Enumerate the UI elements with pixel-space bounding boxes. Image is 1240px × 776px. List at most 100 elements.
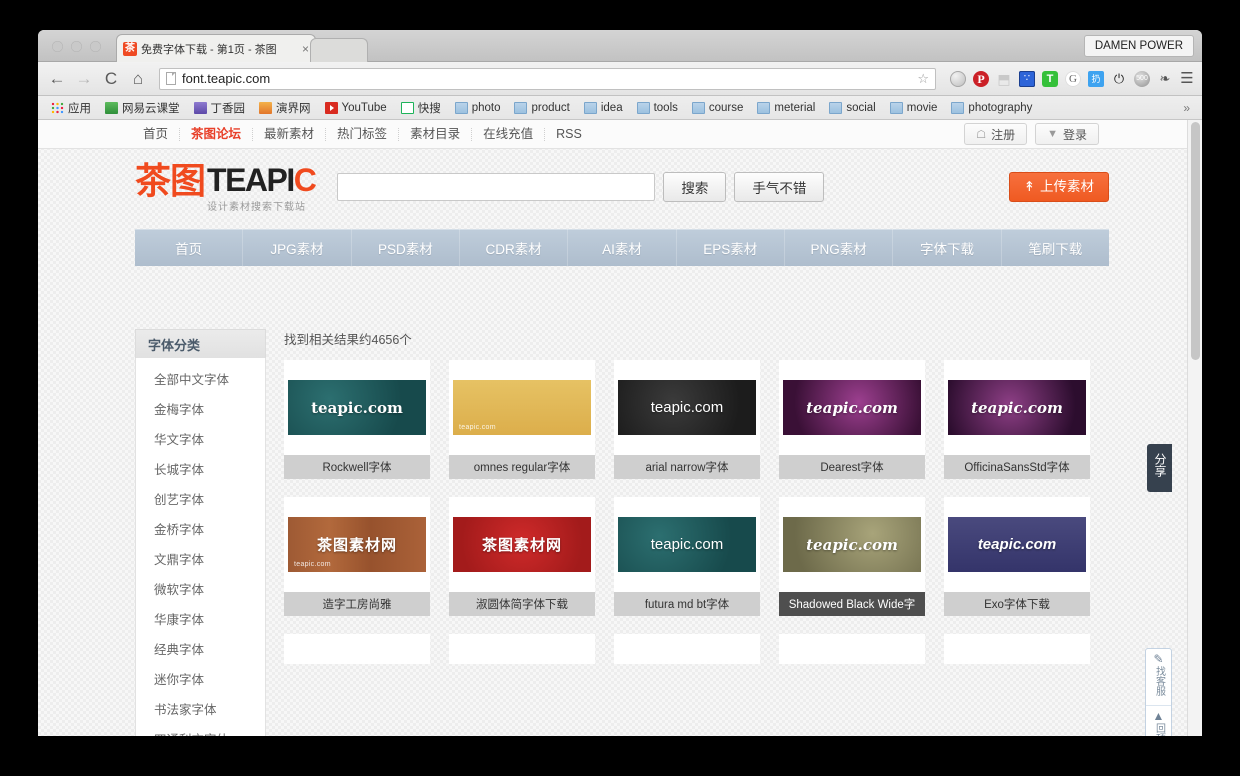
sidebar-item-huawen[interactable]: 华文字体 — [136, 423, 265, 453]
bookmark-yanjiewang[interactable]: 演界网 — [252, 100, 318, 116]
grammarly-extension-icon[interactable]: G — [1065, 70, 1081, 87]
bookmark-folder-product[interactable]: product — [507, 101, 576, 114]
font-card-caption[interactable]: omnes regular字体 — [449, 455, 595, 479]
topnav-item-home[interactable]: 首页 — [132, 127, 181, 141]
font-card-caption[interactable]: arial narrow字体 — [614, 455, 760, 479]
font-card[interactable] — [779, 634, 925, 664]
address-bar[interactable]: font.teapic.com ☆ — [159, 67, 936, 90]
topnav-item-newest[interactable]: 最新素材 — [253, 127, 327, 141]
font-card-caption[interactable]: Rockwell字体 — [284, 455, 430, 479]
font-card-caption[interactable]: Dearest字体 — [779, 455, 925, 479]
bookmark-folder-idea[interactable]: idea — [577, 101, 630, 114]
bookmark-folder-social[interactable]: social — [822, 101, 882, 114]
font-card[interactable]: teapic.com arial narrow字体 — [614, 360, 760, 479]
sidebar-item-mini[interactable]: 迷你字体 — [136, 663, 265, 693]
topnav-item-hottags[interactable]: 热门标签 — [326, 127, 400, 141]
bookmarks-overflow-icon[interactable]: » — [1183, 101, 1196, 115]
home-button[interactable]: ⌂ — [127, 69, 149, 89]
catnav-item-ai[interactable]: AI素材 — [568, 229, 677, 266]
pocket-extension-icon[interactable]: ⬒ — [996, 71, 1012, 87]
sidebar-item-all-chinese[interactable]: 全部中文字体 — [136, 363, 265, 393]
bookmark-apps[interactable]: 应用 — [44, 100, 98, 116]
sidebar-item-chuangyi[interactable]: 创艺字体 — [136, 483, 265, 513]
font-card-caption[interactable]: Shadowed Black Wide字 — [779, 592, 925, 616]
sidebar-item-weiruan[interactable]: 微软字体 — [136, 573, 265, 603]
font-card[interactable]: teapic.com Shadowed Black Wide字 — [779, 497, 925, 616]
catnav-item-png[interactable]: PNG素材 — [785, 229, 894, 266]
bookmark-wangyi[interactable]: 网易云课堂 — [98, 100, 187, 116]
bookmark-folder-photography[interactable]: photography — [944, 101, 1039, 114]
sidebar-item-shufajia[interactable]: 书法家字体 — [136, 693, 265, 723]
font-card-caption[interactable]: 造字工房尚雅 — [284, 592, 430, 616]
contact-support-button[interactable]: ✎ 找客服 — [1146, 649, 1171, 705]
sidebar-item-huakang[interactable]: 华康字体 — [136, 603, 265, 633]
fivehundredpx-extension-icon[interactable]: 500 — [1134, 70, 1150, 87]
font-card[interactable] — [449, 634, 595, 664]
lucky-button[interactable]: 手气不错 — [734, 172, 825, 202]
font-card[interactable]: teapic.com Dearest字体 — [779, 360, 925, 479]
page-scrollbar-thumb[interactable] — [1191, 122, 1200, 360]
topnav-item-catalog[interactable]: 素材目录 — [399, 127, 473, 141]
bookmark-youtube[interactable]: YouTube — [318, 101, 394, 114]
share-tab-button[interactable]: 分享 — [1147, 444, 1172, 492]
sidebar-item-wending[interactable]: 文鼎字体 — [136, 543, 265, 573]
font-card[interactable]: 茶图素材网 淑圆体简字体下载 — [449, 497, 595, 616]
bookmark-folder-movie[interactable]: movie — [883, 101, 945, 114]
bookmark-kuaisou[interactable]: 快搜 — [394, 100, 448, 116]
bookmark-star-icon[interactable]: ☆ — [917, 71, 929, 87]
back-button[interactable]: ← — [46, 69, 68, 89]
font-card[interactable] — [944, 634, 1090, 664]
power-extension-icon[interactable]: ⏻ — [1111, 71, 1127, 87]
window-minimize-button[interactable] — [71, 41, 82, 52]
catnav-item-eps[interactable]: EPS素材 — [677, 229, 785, 266]
font-card[interactable]: teapic.com futura md bt字体 — [614, 497, 760, 616]
font-card-caption[interactable]: futura md bt字体 — [614, 592, 760, 616]
window-traffic-lights[interactable] — [52, 41, 101, 52]
font-card[interactable]: teapic.com OfficinaSansStd字体 — [944, 360, 1090, 479]
profile-button[interactable]: DAMEN POWER — [1083, 35, 1194, 57]
reload-button[interactable]: C — [100, 69, 122, 89]
search-input[interactable] — [337, 173, 656, 201]
sidebar-item-jinmei[interactable]: 金梅字体 — [136, 393, 265, 423]
font-card[interactable]: 茶图素材网 teapic.com 造字工房尚雅 — [284, 497, 430, 616]
catnav-item-cdr[interactable]: CDR素材 — [460, 229, 569, 266]
green-shield-extension-icon[interactable]: T — [1042, 70, 1058, 87]
upload-material-button[interactable]: ↟ 上传素材 — [1008, 172, 1109, 202]
catnav-item-font[interactable]: 字体下载 — [893, 229, 1002, 266]
sidebar-item-sitongl[interactable]: 四通利方字体 — [136, 723, 265, 737]
bookmark-folder-course[interactable]: course — [685, 101, 751, 114]
topnav-item-rss[interactable]: RSS — [545, 127, 593, 141]
window-close-button[interactable] — [52, 41, 63, 52]
topnav-item-forum[interactable]: 茶图论坛 — [180, 127, 254, 141]
tab-close-icon[interactable]: × — [298, 42, 309, 56]
forward-button[interactable]: → — [73, 69, 95, 89]
login-button[interactable]: ▼ 登录 — [1035, 123, 1099, 145]
pinterest-extension-icon[interactable]: P — [973, 70, 989, 87]
catnav-item-jpg[interactable]: JPG素材 — [243, 229, 352, 266]
bookmark-dingxiangyuan[interactable]: 丁香园 — [187, 100, 253, 116]
back-to-top-button[interactable]: ▲ 回顶部 — [1146, 705, 1171, 736]
window-maximize-button[interactable] — [90, 41, 101, 52]
catnav-item-psd[interactable]: PSD素材 — [352, 229, 460, 266]
font-card-caption[interactable]: OfficinaSansStd字体 — [944, 455, 1090, 479]
topnav-item-recharge[interactable]: 在线充值 — [472, 127, 546, 141]
sidebar-item-jinqiao[interactable]: 金桥字体 — [136, 513, 265, 543]
globe-extension-icon[interactable] — [950, 70, 966, 87]
blue-tool-extension-icon[interactable]: 扔 — [1088, 70, 1104, 87]
browser-tab-active[interactable]: 茶 免费字体下载 - 第1页 - 茶图 × — [116, 34, 316, 62]
new-tab-button[interactable] — [310, 38, 368, 62]
baidu-extension-icon[interactable]: ∵ — [1019, 70, 1035, 87]
font-card[interactable] — [284, 634, 430, 664]
evernote-extension-icon[interactable]: ❧ — [1157, 71, 1173, 87]
font-card[interactable] — [614, 634, 760, 664]
catnav-item-home[interactable]: 首页 — [135, 229, 244, 266]
page-scrollbar[interactable] — [1187, 120, 1202, 736]
font-card[interactable]: teapic.com Exo字体下载 — [944, 497, 1090, 616]
site-logo[interactable]: 茶图 TEAPIC 设计素材搜索下载站 — [135, 164, 317, 214]
catnav-item-brush[interactable]: 笔刷下载 — [1002, 229, 1109, 266]
bookmark-folder-photo[interactable]: photo — [448, 101, 508, 114]
font-card[interactable]: teapic.com Rockwell字体 — [284, 360, 430, 479]
font-card[interactable]: teapic.com omnes regular字体 — [449, 360, 595, 479]
sidebar-item-jingdian[interactable]: 经典字体 — [136, 633, 265, 663]
chrome-menu-icon[interactable]: ☰ — [1180, 70, 1194, 87]
